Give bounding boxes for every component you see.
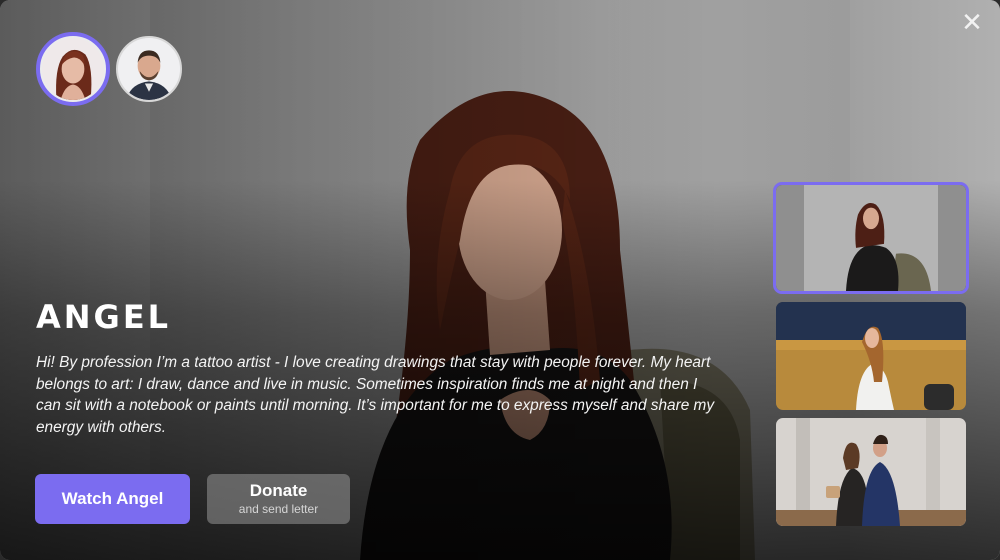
photo-gallery [773, 182, 969, 534]
donate-button[interactable]: Donate and send letter [207, 474, 350, 524]
donate-label: Donate [249, 481, 308, 500]
profile-name: ANGEL [36, 298, 172, 336]
donate-sublabel: and send letter [238, 502, 319, 516]
watch-button[interactable]: Watch Angel [35, 474, 190, 524]
avatar-angel[interactable] [36, 32, 110, 106]
gallery-photo-beach [776, 302, 966, 410]
profile-modal: ✕ ANGEL Hi! By profession I’m a tattoo a… [0, 0, 1000, 560]
gallery-thumb-1[interactable] [773, 182, 969, 294]
gallery-photo-studio [776, 185, 966, 291]
close-icon[interactable]: ✕ [960, 9, 984, 35]
gallery-thumb-2[interactable] [776, 302, 966, 410]
avatar-man[interactable] [116, 36, 182, 102]
avatar-woman-image [42, 38, 104, 100]
gallery-thumb-3[interactable] [776, 418, 966, 526]
avatar-switcher [36, 32, 182, 106]
avatar-man-image [118, 38, 180, 100]
gallery-photo-couple [776, 418, 966, 526]
profile-bio: Hi! By profession I’m a tattoo artist - … [36, 354, 715, 436]
